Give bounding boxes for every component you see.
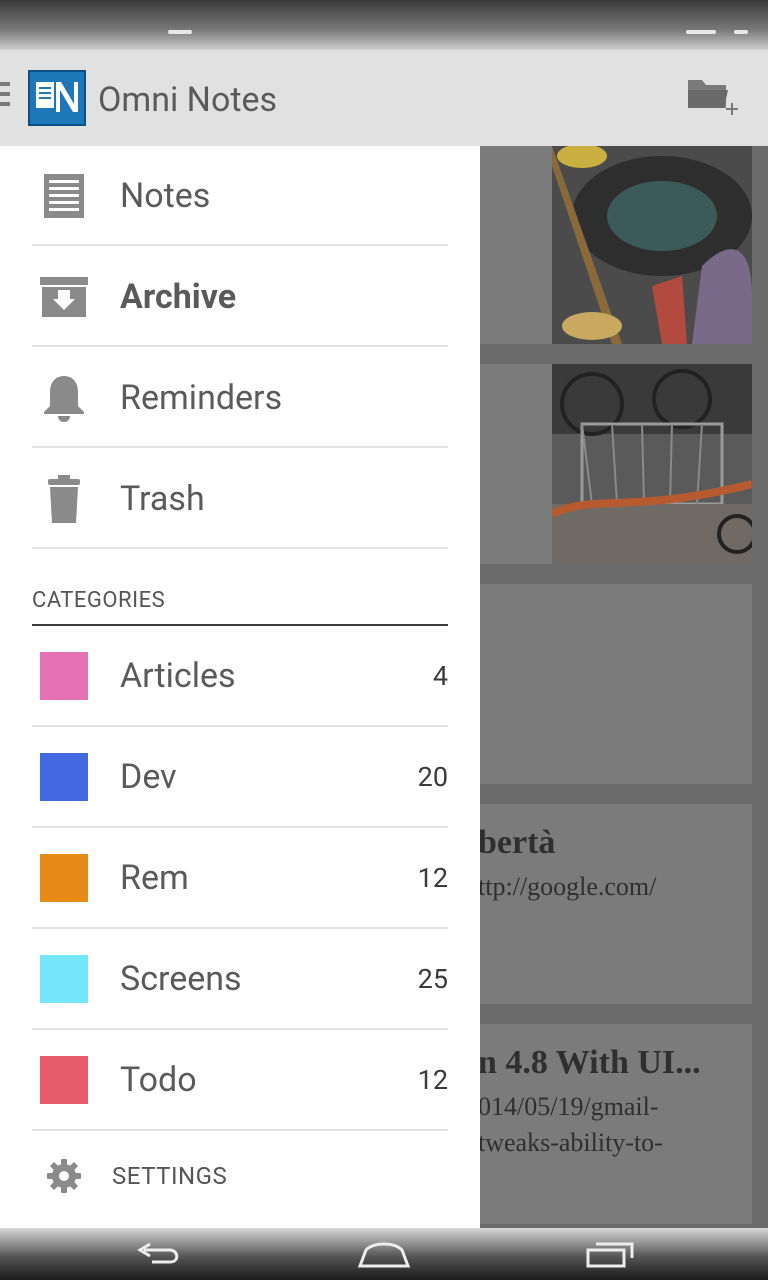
- nav-item-archive[interactable]: Archive: [32, 247, 448, 347]
- categories-header: CATEGORIES: [32, 588, 448, 626]
- status-indicator: [168, 30, 192, 34]
- nav-item-notes[interactable]: Notes: [32, 146, 448, 246]
- note-content: 014/05/19/gmail-: [480, 1092, 659, 1121]
- note-card[interactable]: [480, 364, 752, 564]
- nav-item-reminders[interactable]: Reminders: [32, 348, 448, 448]
- notes-list-background: bertà ttp://google.com/ n 4.8 With UI...…: [480, 146, 768, 1228]
- gear-icon: [47, 1159, 81, 1193]
- note-card[interactable]: n 4.8 With UI... 014/05/19/gmail- tweaks…: [480, 1024, 752, 1224]
- category-label: Articles: [120, 656, 236, 696]
- battery-indicator: [734, 30, 748, 34]
- category-item-screens[interactable]: Screens 25: [32, 929, 448, 1030]
- recent-apps-icon[interactable]: [580, 1236, 640, 1272]
- category-count: 25: [417, 963, 448, 995]
- app-logo-icon: [28, 70, 86, 126]
- home-icon[interactable]: [354, 1236, 414, 1272]
- note-photo-thumbnail: [552, 364, 752, 564]
- system-nav-bar: [0, 1228, 768, 1280]
- add-category-button[interactable]: [684, 72, 742, 122]
- nav-item-trash[interactable]: Trash: [32, 449, 448, 549]
- category-color-swatch: [40, 753, 88, 801]
- category-color-swatch: [40, 1056, 88, 1104]
- note-content: ttp://google.com/: [480, 872, 657, 901]
- nav-item-label: Archive: [120, 277, 237, 317]
- signal-indicator: [686, 30, 716, 34]
- category-label: Todo: [120, 1060, 197, 1100]
- settings-label: SETTINGS: [112, 1162, 228, 1190]
- trash-icon: [48, 475, 80, 523]
- nav-item-label: Trash: [120, 479, 205, 519]
- category-count: 12: [417, 862, 448, 894]
- category-item-todo[interactable]: Todo 12: [32, 1030, 448, 1131]
- categories-header-label: CATEGORIES: [32, 588, 166, 613]
- note-content: tweaks-ability-to-: [480, 1128, 663, 1157]
- app-title: Omni Notes: [98, 80, 278, 120]
- navigation-drawer: Notes Archive Reminders Trash CATEGORIES…: [0, 146, 480, 1228]
- note-card[interactable]: bertà ttp://google.com/: [480, 804, 752, 1004]
- category-color-swatch: [40, 652, 88, 700]
- note-title: bertà: [480, 824, 556, 861]
- notes-icon: [44, 174, 84, 218]
- bell-icon: [44, 376, 84, 422]
- note-card[interactable]: [480, 146, 752, 344]
- category-count: 4: [432, 660, 448, 692]
- archive-icon: [40, 277, 88, 317]
- back-icon[interactable]: [130, 1236, 190, 1272]
- note-card[interactable]: [480, 584, 752, 784]
- note-title: n 4.8 With UI...: [480, 1044, 701, 1081]
- category-count: 12: [417, 1064, 448, 1096]
- folder-add-icon: [688, 80, 738, 115]
- status-bar: [0, 0, 768, 50]
- nav-item-label: Reminders: [120, 378, 283, 418]
- settings-button[interactable]: SETTINGS: [32, 1146, 448, 1206]
- category-label: Rem: [120, 858, 189, 898]
- category-item-articles[interactable]: Articles 4: [32, 626, 448, 727]
- category-item-rem[interactable]: Rem 12: [32, 828, 448, 929]
- category-color-swatch: [40, 955, 88, 1003]
- drawer-toggle-icon[interactable]: [0, 82, 12, 112]
- note-photo-thumbnail: [552, 146, 752, 344]
- category-label: Dev: [120, 757, 177, 797]
- category-count: 20: [417, 761, 448, 793]
- category-color-swatch: [40, 854, 88, 902]
- category-label: Screens: [120, 959, 242, 999]
- nav-item-label: Notes: [120, 176, 211, 216]
- category-item-dev[interactable]: Dev 20: [32, 727, 448, 828]
